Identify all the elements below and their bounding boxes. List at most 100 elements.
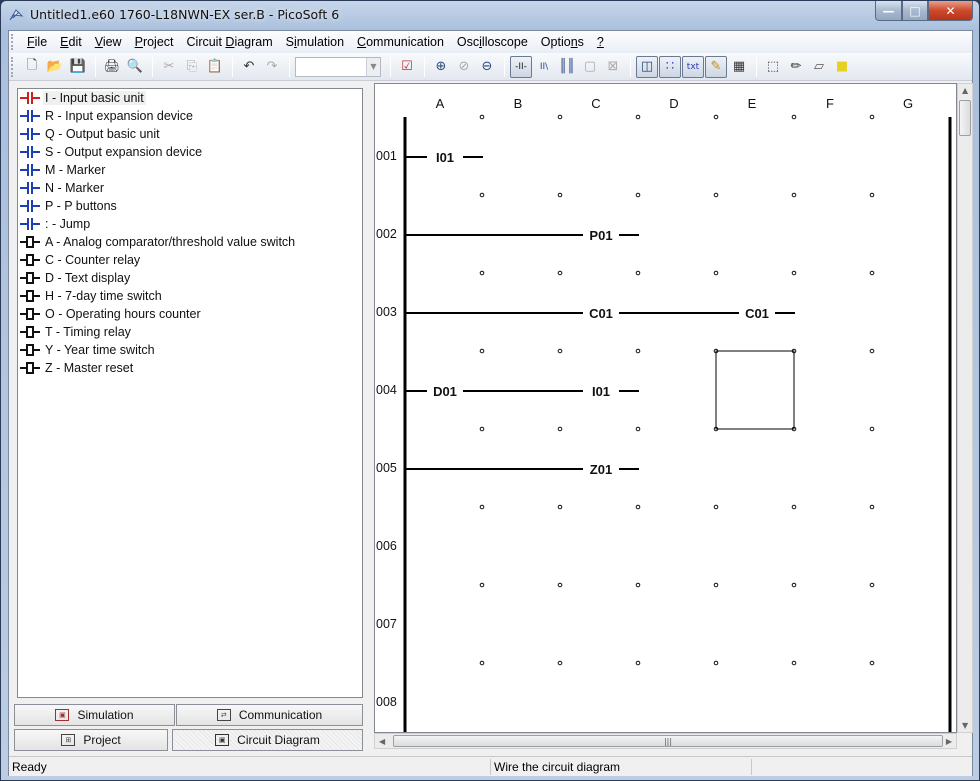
text-contact-button[interactable]: txt bbox=[682, 55, 704, 78]
grid-point[interactable] bbox=[791, 660, 797, 666]
grid-point[interactable] bbox=[479, 348, 485, 354]
horizontal-scroll-thumb[interactable]: ||| bbox=[393, 735, 943, 747]
open-button[interactable]: 📂 bbox=[44, 56, 66, 78]
wire-mode-button[interactable]: II\ bbox=[533, 56, 555, 78]
tab-simulation[interactable]: ▣ Simulation bbox=[14, 704, 175, 726]
menu-project[interactable]: Project bbox=[135, 35, 174, 49]
grid-point[interactable] bbox=[713, 504, 719, 510]
contact-p01[interactable]: P01 bbox=[589, 228, 612, 243]
chevron-down-icon[interactable]: ▼ bbox=[366, 57, 380, 76]
pencil-button[interactable]: ✏ bbox=[785, 56, 807, 78]
tree-item-input-basic-unit[interactable]: I - Input basic unit bbox=[18, 89, 362, 107]
vertical-scroll-thumb[interactable] bbox=[959, 100, 971, 136]
grid-point[interactable] bbox=[557, 114, 563, 120]
layout-view-button[interactable]: ◫ bbox=[636, 55, 658, 78]
grid-point[interactable] bbox=[557, 270, 563, 276]
tab-communication[interactable]: ⇄ Communication bbox=[176, 704, 363, 726]
horizontal-scrollbar[interactable]: ◀ ||| ▶ bbox=[374, 733, 957, 749]
grid-point[interactable] bbox=[479, 504, 485, 510]
title-bar[interactable]: Untitled1.e60 1760-L18NWN-EX ser.B - Pic… bbox=[1, 1, 979, 30]
grid-point[interactable] bbox=[479, 192, 485, 198]
select-rect-button[interactable]: ⬚ bbox=[762, 56, 784, 78]
scroll-right-icon[interactable]: ▶ bbox=[946, 737, 952, 746]
zoom-out-button[interactable]: ⊖ bbox=[476, 56, 498, 78]
grid-point[interactable] bbox=[557, 192, 563, 198]
grid-point[interactable] bbox=[869, 192, 875, 198]
menu-view[interactable]: View bbox=[95, 35, 122, 49]
grid-button[interactable]: ∷ bbox=[659, 55, 681, 78]
scroll-up-icon[interactable]: ▲ bbox=[962, 86, 968, 95]
vertical-scrollbar[interactable]: ▲ ▼ bbox=[957, 83, 973, 733]
comment-button[interactable]: ■ bbox=[831, 56, 853, 78]
copy-button[interactable]: ⎘ bbox=[181, 56, 203, 78]
save-button[interactable]: 💾 bbox=[67, 56, 89, 78]
contact-i01[interactable]: I01 bbox=[436, 150, 454, 165]
tab-project[interactable]: ⊞ Project bbox=[14, 729, 168, 751]
delete-element-button[interactable]: ⊠ bbox=[602, 56, 624, 78]
close-button[interactable]: ✕ bbox=[928, 1, 973, 21]
insert-coil-button[interactable]: ▢ bbox=[579, 56, 601, 78]
minimize-button[interactable]: — bbox=[875, 1, 902, 21]
grid-point[interactable] bbox=[869, 426, 875, 432]
grid-point[interactable] bbox=[869, 504, 875, 510]
grid-point[interactable] bbox=[635, 660, 641, 666]
contact-z01[interactable]: Z01 bbox=[590, 462, 612, 477]
tree-item-p-buttons[interactable]: P - P buttons bbox=[18, 197, 362, 215]
tree-item-7-day-time-switch[interactable]: H - 7-day time switch bbox=[18, 287, 362, 305]
undo-button[interactable]: ↶ bbox=[238, 56, 260, 78]
tree-item-output-basic-unit[interactable]: Q - Output basic unit bbox=[18, 125, 362, 143]
print-button[interactable]: 🖨 bbox=[101, 56, 123, 78]
maximize-button[interactable]: □ bbox=[902, 1, 928, 21]
grid-point[interactable] bbox=[635, 114, 641, 120]
contact-c01[interactable]: C01 bbox=[745, 306, 769, 321]
grid-point[interactable] bbox=[557, 426, 563, 432]
grid-point[interactable] bbox=[791, 192, 797, 198]
grid-point[interactable] bbox=[791, 114, 797, 120]
menu-simulation[interactable]: Simulation bbox=[286, 35, 344, 49]
redo-button[interactable]: ↷ bbox=[261, 56, 283, 78]
grid-point[interactable] bbox=[869, 270, 875, 276]
grid-point[interactable] bbox=[635, 270, 641, 276]
menubar-grip[interactable] bbox=[11, 34, 14, 50]
menu-options[interactable]: Options bbox=[541, 35, 584, 49]
grid-point[interactable] bbox=[713, 660, 719, 666]
grid-point[interactable] bbox=[635, 348, 641, 354]
tree-item-operating-hours-counter[interactable]: O - Operating hours counter bbox=[18, 305, 362, 323]
tree-item-year-time-switch[interactable]: Y - Year time switch bbox=[18, 341, 362, 359]
tree-item-master-reset[interactable]: Z - Master reset bbox=[18, 359, 362, 377]
grid-point[interactable] bbox=[635, 582, 641, 588]
grid-point[interactable] bbox=[791, 582, 797, 588]
grid-point[interactable] bbox=[557, 504, 563, 510]
grid-point[interactable] bbox=[479, 660, 485, 666]
grid-point[interactable] bbox=[791, 504, 797, 510]
cell-cursor[interactable] bbox=[715, 350, 795, 430]
menu-oscilloscope[interactable]: Oscilloscope bbox=[457, 35, 528, 49]
circuit-diagram-canvas[interactable]: A B C D E F G 001 002 003 004 005 006 007 008 I01 P01 C01… bbox=[374, 83, 957, 733]
tab-circuit-diagram[interactable]: ▣ Circuit Diagram bbox=[172, 729, 363, 751]
grid-point[interactable] bbox=[713, 114, 719, 120]
element-combo[interactable]: ▼ bbox=[295, 56, 381, 77]
scroll-left-icon[interactable]: ◀ bbox=[379, 737, 385, 746]
tree-item-marker[interactable]: N - Marker bbox=[18, 179, 362, 197]
menu-help[interactable]: ? bbox=[597, 35, 604, 49]
menu-communication[interactable]: Communication bbox=[357, 35, 444, 49]
contact-mode-button[interactable]: -II- bbox=[510, 55, 532, 78]
zoom-in-button[interactable]: ⊕ bbox=[430, 56, 452, 78]
paste-button[interactable]: 📋 bbox=[204, 56, 226, 78]
grid-point[interactable] bbox=[713, 270, 719, 276]
grid-point[interactable] bbox=[869, 660, 875, 666]
zoom-fit-button[interactable]: ⊘ bbox=[453, 56, 475, 78]
tree-item-text-display[interactable]: D - Text display bbox=[18, 269, 362, 287]
grid-point[interactable] bbox=[557, 582, 563, 588]
eraser-button[interactable]: ▱ bbox=[808, 56, 830, 78]
tree-item-timing-relay[interactable]: T - Timing relay bbox=[18, 323, 362, 341]
toolbar-grip[interactable] bbox=[11, 57, 14, 77]
grid-point[interactable] bbox=[713, 582, 719, 588]
note-button[interactable]: ✎ bbox=[705, 55, 727, 78]
contact-d01[interactable]: D01 bbox=[433, 384, 457, 399]
print-preview-button[interactable]: 🔍 bbox=[124, 56, 146, 78]
grid-point[interactable] bbox=[479, 426, 485, 432]
grid-point[interactable] bbox=[479, 270, 485, 276]
tree-item-jump[interactable]: : - Jump bbox=[18, 215, 362, 233]
insert-contact-button[interactable]: ║║ bbox=[556, 56, 578, 78]
